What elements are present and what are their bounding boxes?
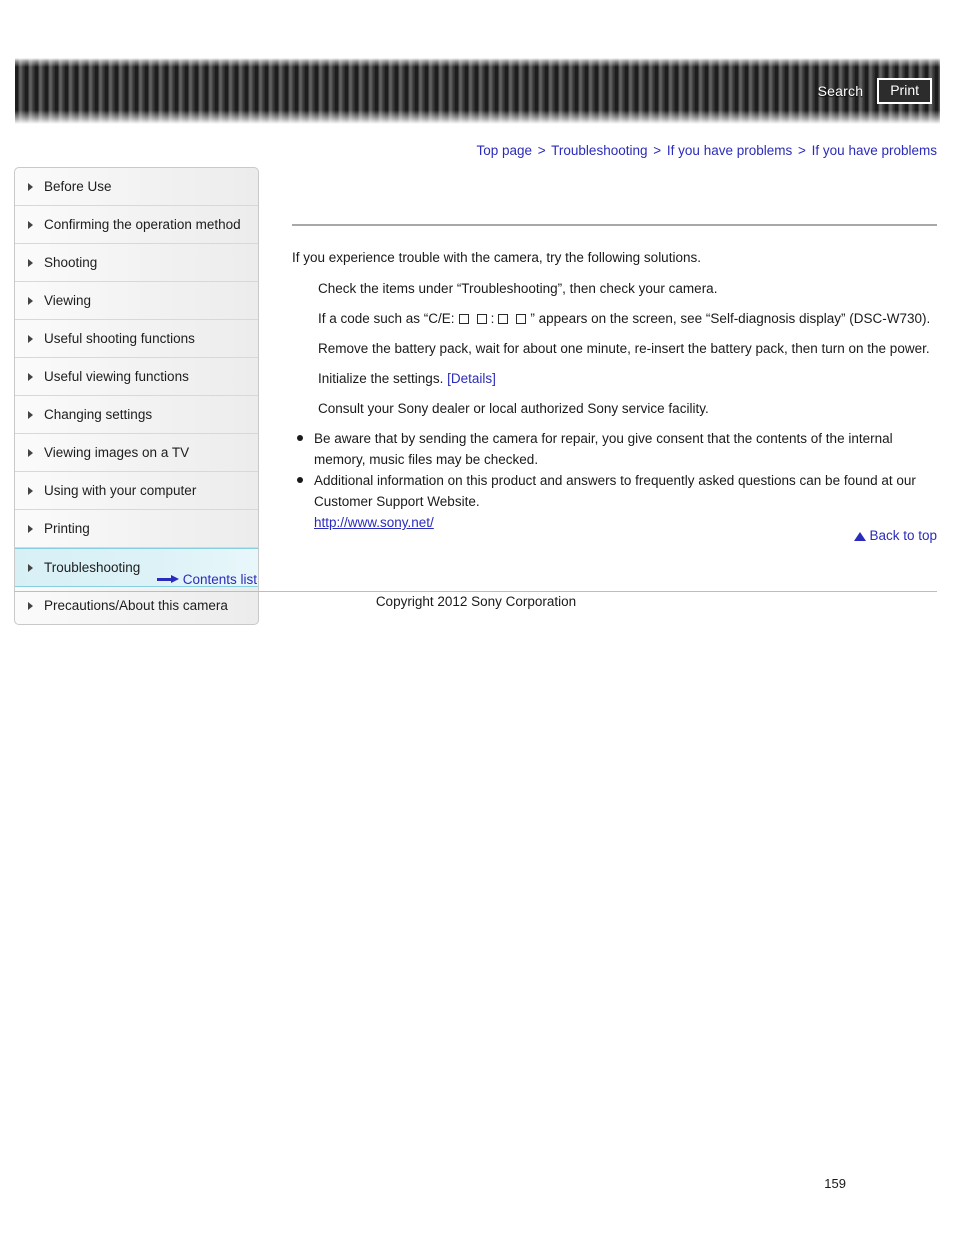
placeholder-box-icon [458,314,469,324]
footer-divider [14,591,937,592]
step-4-text: Initialize the settings. [318,371,444,386]
breadcrumb-separator: > [653,143,662,158]
placeholder-box-icon [476,314,487,324]
step-2-text-before: If a code such as “C/E: [318,311,455,326]
sidebar-item-viewing-images-on-a-tv[interactable]: Viewing images on a TV [15,434,258,472]
placeholder-box-icon [516,314,527,324]
sidebar-item-shooting[interactable]: Shooting [15,244,258,282]
copyright-text: Copyright 2012 Sony Corporation [375,594,577,609]
chevron-right-icon [28,183,33,191]
breadcrumb-item-troubleshooting[interactable]: Troubleshooting [551,143,647,158]
contents-list-link[interactable]: Contents list [14,572,257,587]
chevron-right-icon [28,411,33,419]
chevron-right-icon [28,297,33,305]
sidebar-item-useful-viewing-functions[interactable]: Useful viewing functions [15,358,258,396]
note-bullet-2-text: Additional information on this product a… [314,473,916,509]
triangle-up-icon [854,532,867,541]
sidebar-item-label: Useful viewing functions [44,369,189,384]
breadcrumb-separator: > [537,143,546,158]
chevron-right-icon [28,221,33,229]
chevron-right-icon [28,449,33,457]
details-link[interactable]: [Details] [447,371,496,386]
sidebar-item-label: Confirming the operation method [44,217,241,232]
bullet-dot-icon [297,477,303,483]
sidebar-item-label: Viewing [44,293,92,308]
sidebar-item-changing-settings[interactable]: Changing settings [15,396,258,434]
back-to-top-link[interactable]: Back to top [292,528,937,543]
sidebar-item-viewing[interactable]: Viewing [15,282,258,320]
breadcrumb-separator: > [798,143,806,158]
chevron-right-icon [28,335,33,343]
sidebar-item-label: Shooting [44,255,98,270]
header-controls: Search Print [818,58,932,124]
step-2-text-after: ” appears on the screen, see “Self-diagn… [530,311,931,326]
chevron-right-icon [28,259,33,267]
intro-paragraph: If you experience trouble with the camer… [292,250,701,265]
solution-step-3: Remove the battery pack, wait for about … [318,341,930,356]
solution-step-1: Check the items under “Troubleshooting”,… [318,281,718,296]
note-bullet-2: Additional information on this product a… [292,470,937,512]
breadcrumb-item-top-page[interactable]: Top page [476,143,532,158]
note-bullet-1-text: Be aware that by sending the camera for … [314,431,893,467]
chevron-right-icon [28,373,33,381]
sidebar-item-useful-shooting-functions[interactable]: Useful shooting functions [15,320,258,358]
site-header-banner: Search Print [15,58,940,124]
placeholder-box-icon [498,314,509,324]
solution-step-2: If a code such as “C/E:: ” appears on the… [318,308,937,329]
sidebar-item-label: Before Use [44,179,112,194]
page-number: 159 [824,1176,846,1191]
sidebar-item-label: Viewing images on a TV [44,445,190,460]
sidebar-item-label: Useful shooting functions [44,331,195,346]
sidebar-item-label: Changing settings [44,407,153,422]
sidebar-item-label: Using with your computer [44,483,197,498]
breadcrumb-item-if-you-have-problems[interactable]: If you have problems [667,143,792,158]
content-divider [292,224,937,226]
breadcrumb: Top page > Troubleshooting > If you have… [0,143,937,158]
sidebar-item-before-use[interactable]: Before Use [15,168,258,206]
sidebar-item-confirming-the-operation-method[interactable]: Confirming the operation method [15,206,258,244]
sidebar-navigation: Before Use Confirming the operation meth… [14,167,259,625]
sidebar-item-using-with-your-computer[interactable]: Using with your computer [15,472,258,510]
breadcrumb-item-current[interactable]: If you have problems [812,143,937,158]
note-bullet-1: Be aware that by sending the camera for … [292,428,937,470]
search-button[interactable]: Search [818,83,864,99]
arrow-right-icon [156,575,179,584]
chevron-right-icon [28,487,33,495]
chevron-right-icon [28,525,33,533]
print-button[interactable]: Print [877,77,932,105]
sidebar-item-label: Printing [44,521,90,536]
chevron-right-icon [28,564,33,572]
back-to-top-label: Back to top [869,528,937,543]
solution-step-5: Consult your Sony dealer or local author… [318,401,709,416]
contents-list-label: Contents list [182,572,257,587]
bullet-dot-icon [297,435,303,441]
solution-step-4: Initialize the settings. [Details] [318,368,937,389]
step-2-colon: : [490,311,495,326]
main-content: If you experience trouble with the camer… [292,224,937,533]
sidebar-item-printing[interactable]: Printing [15,510,258,548]
